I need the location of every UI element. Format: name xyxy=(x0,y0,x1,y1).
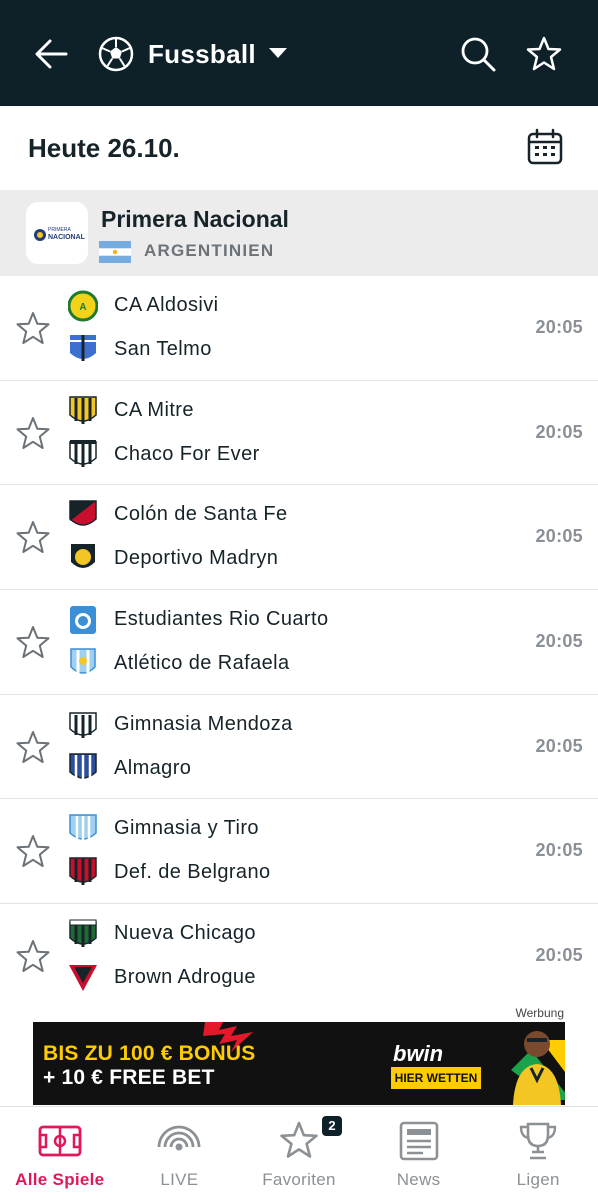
favorite-star-icon[interactable] xyxy=(14,938,52,976)
back-arrow-icon[interactable] xyxy=(32,34,72,74)
live-icon xyxy=(157,1125,201,1151)
kickoff-time: 20:05 xyxy=(535,526,583,547)
away-team: Almagro xyxy=(114,756,192,779)
nueva-chicago-crest-icon xyxy=(69,919,97,948)
league-header[interactable]: PRIMERA NACIONAL Primera Nacional ARGENT… xyxy=(0,190,598,276)
san-telmo-crest-icon xyxy=(70,335,96,361)
argentina-flag-icon xyxy=(99,241,131,263)
favorite-star-icon[interactable] xyxy=(14,310,52,348)
nav-all-games[interactable]: Alle Spiele xyxy=(0,1107,120,1200)
league-name: Primera Nacional xyxy=(101,206,289,232)
top-app-bar: Fussball xyxy=(0,0,598,106)
date-label: Heute 26.10. xyxy=(28,133,180,163)
date-row: Heute 26.10. xyxy=(0,106,598,190)
ad-cta-button[interactable]: HIER WETTEN xyxy=(391,1067,481,1089)
rafaela-crest-icon xyxy=(70,648,96,674)
kickoff-time: 20:05 xyxy=(535,631,583,652)
ad-subline: + 10 € FREE BET xyxy=(43,1066,215,1089)
match-row[interactable]: Colón de Santa Fe Deportivo Madryn 20:05 xyxy=(0,485,598,591)
league-country: ARGENTINIEN xyxy=(144,241,275,260)
almagro-crest-icon xyxy=(69,753,97,781)
kickoff-time: 20:05 xyxy=(535,735,583,756)
match-row[interactable]: CA Mitre Chaco For Ever 20:05 xyxy=(0,380,598,486)
nav-label: LIVE xyxy=(160,1170,199,1189)
match-row[interactable]: Nueva Chicago Brown Adrogue 20:05 xyxy=(0,904,598,1009)
dropdown-caret-icon[interactable] xyxy=(268,46,288,60)
match-row[interactable]: Gimnasia y Tiro Def. de Belgrano 20:05 xyxy=(0,799,598,905)
star-icon xyxy=(280,1121,318,1158)
brown-crest-icon xyxy=(69,965,97,992)
aldosivi-crest-icon: A xyxy=(68,290,98,322)
nav-news[interactable]: News xyxy=(359,1107,479,1200)
away-team: Brown Adrogue xyxy=(114,966,256,989)
match-row[interactable]: Estudiantes Rio Cuarto Atlético de Rafae… xyxy=(0,590,598,695)
match-list: A CA Aldosivi San Telmo 20:05 CA Mitre C… xyxy=(0,276,598,1009)
home-team: Estudiantes Rio Cuarto xyxy=(114,608,329,631)
mitre-crest-icon xyxy=(69,395,97,424)
primera-nacional-logo-icon: PRIMERA NACIONAL xyxy=(34,227,86,241)
gimnasia-mendoza-crest-icon xyxy=(69,712,97,738)
kickoff-time: 20:05 xyxy=(535,945,583,966)
madryn-crest-icon xyxy=(71,544,95,569)
favorites-count-badge: 2 xyxy=(322,1116,342,1136)
ad-person-image xyxy=(513,1031,561,1105)
away-team: Atlético de Rafaela xyxy=(114,652,290,675)
ad-headline: BIS ZU 100 € BONUS xyxy=(43,1042,256,1065)
search-icon[interactable] xyxy=(458,34,498,74)
chaco-crest-icon xyxy=(69,439,97,467)
svg-text:NACIONAL: NACIONAL xyxy=(48,234,86,241)
ad-banner[interactable]: BIS ZU 100 € BONUS + 10 € FREE BET bwin … xyxy=(33,1022,565,1105)
kickoff-time: 20:05 xyxy=(535,317,583,337)
home-team: Colón de Santa Fe xyxy=(114,503,288,526)
sport-title[interactable]: Fussball xyxy=(148,36,256,72)
league-logo: PRIMERA NACIONAL xyxy=(26,202,88,264)
kickoff-time: 20:05 xyxy=(535,840,583,861)
belgrano-crest-icon xyxy=(69,857,97,886)
news-icon xyxy=(399,1121,438,1161)
svg-text:PRIMERA: PRIMERA xyxy=(48,227,71,233)
gimnasia-tiro-crest-icon xyxy=(69,814,97,843)
kickoff-time: 20:05 xyxy=(535,421,583,442)
home-team: Gimnasia y Tiro xyxy=(114,817,259,840)
football-icon[interactable] xyxy=(98,36,134,72)
away-team: Chaco For Ever xyxy=(114,442,260,465)
home-team: CA Mitre xyxy=(114,398,194,421)
favorite-star-icon[interactable] xyxy=(14,833,52,871)
estudiantes-crest-icon xyxy=(70,606,96,635)
home-team: CA Aldosivi xyxy=(114,294,219,316)
calendar-icon[interactable] xyxy=(526,128,564,166)
svg-text:A: A xyxy=(79,302,86,313)
trophy-icon xyxy=(519,1122,557,1160)
away-team: Deportivo Madryn xyxy=(114,547,279,570)
colon-crest-icon xyxy=(69,500,97,527)
favorite-star-icon[interactable] xyxy=(14,624,52,662)
match-row[interactable]: A CA Aldosivi San Telmo 20:05 xyxy=(0,276,598,381)
away-team: San Telmo xyxy=(114,338,212,360)
home-team: Gimnasia Mendoza xyxy=(114,712,293,735)
nav-label: Favoriten xyxy=(262,1170,336,1189)
nav-label: News xyxy=(396,1170,441,1189)
favorite-star-icon[interactable] xyxy=(14,415,52,453)
nav-leagues[interactable]: Ligen xyxy=(478,1107,598,1200)
home-team: Nueva Chicago xyxy=(114,922,256,945)
favorite-star-icon[interactable] xyxy=(14,729,52,767)
pitch-icon xyxy=(38,1125,82,1157)
away-team: Def. de Belgrano xyxy=(114,861,271,884)
nav-live[interactable]: LIVE xyxy=(120,1107,240,1200)
favorite-star-icon[interactable] xyxy=(524,34,564,74)
nav-label: Alle Spiele xyxy=(15,1170,105,1189)
ad-label: Werbung xyxy=(515,1006,564,1020)
match-row[interactable]: Gimnasia Mendoza Almagro 20:05 xyxy=(0,694,598,800)
ad-brand: bwin xyxy=(393,1041,444,1066)
nav-label: Ligen xyxy=(516,1170,560,1189)
favorite-star-icon[interactable] xyxy=(14,519,52,557)
bottom-navigation: Alle Spiele LIVE Favoriten News Ligen xyxy=(0,1106,598,1200)
